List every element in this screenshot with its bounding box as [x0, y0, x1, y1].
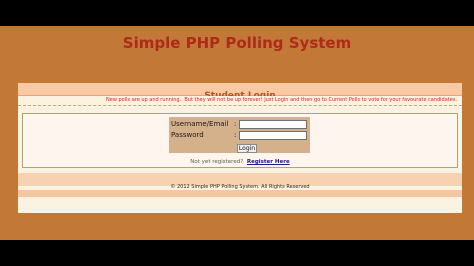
username-colon: : — [234, 120, 237, 128]
register-prompt: Not yet registered? — [190, 159, 244, 165]
notice-bar: New polls are up and running.. But they … — [18, 96, 462, 106]
content-panel: Student Login New polls are up and runni… — [18, 83, 462, 213]
login-box: Username/Email : Password : Login Not ye… — [22, 113, 458, 168]
password-input[interactable] — [239, 131, 307, 140]
login-button[interactable]: Login — [237, 144, 257, 153]
login-form: Username/Email : Password : Login — [169, 117, 310, 153]
screen: Simple PHP Polling System Student Login … — [0, 0, 474, 266]
footer: © 2012 Simple PHP Polling System. All Ri… — [18, 173, 462, 190]
password-label: Password — [171, 131, 204, 139]
page-body: Simple PHP Polling System Student Login … — [0, 26, 474, 240]
notice-text: New polls are up and running.. But they … — [106, 97, 458, 103]
bottom-strip — [18, 190, 462, 197]
password-row: Password : — [171, 130, 308, 141]
username-label: Username/Email — [171, 120, 229, 128]
register-link[interactable]: Register Here — [247, 159, 290, 165]
login-heading-bar: Student Login — [18, 83, 462, 101]
username-input[interactable] — [239, 120, 307, 129]
register-line: Not yet registered? Register Here — [23, 159, 457, 165]
password-colon: : — [234, 131, 237, 139]
username-row: Username/Email : — [171, 119, 308, 130]
site-title: Simple PHP Polling System — [122, 34, 352, 52]
